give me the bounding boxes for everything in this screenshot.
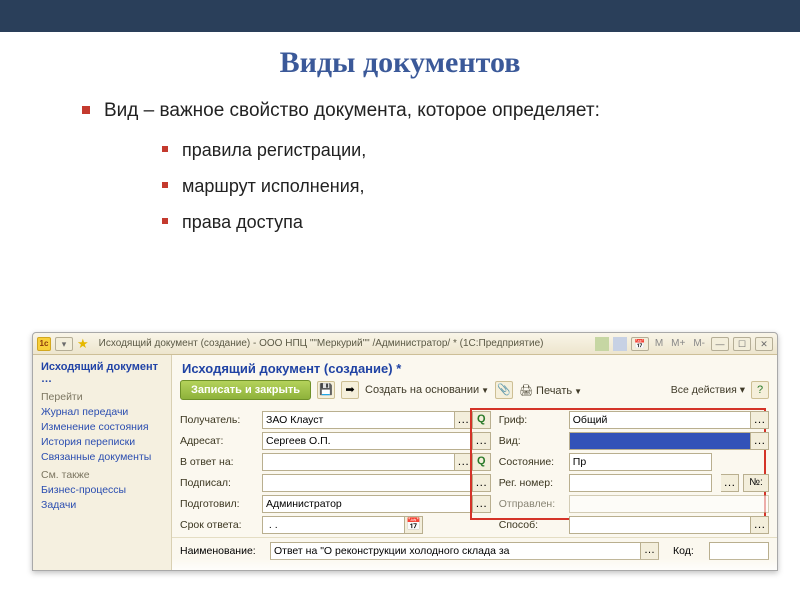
dropdown-icon[interactable]: ▾ <box>55 337 73 351</box>
type-label: Вид: <box>499 435 569 447</box>
window-title: Исходящий документ (создание) - ООО НПЦ … <box>99 338 544 349</box>
send-icon[interactable]: ➡ <box>341 381 359 399</box>
slide-title: Виды документов <box>0 32 800 98</box>
sent-label: Отправлен: <box>499 498 569 510</box>
nav-go: Перейти <box>41 391 163 403</box>
print-link[interactable]: Печать▼ <box>519 384 582 397</box>
recipient-input[interactable] <box>262 411 455 429</box>
nav-panel: Исходящий документ … Перейти Журнал пере… <box>33 355 171 570</box>
nav-link[interactable]: Бизнес-процессы <box>41 484 163 496</box>
panel-icon[interactable] <box>613 337 627 351</box>
type-input[interactable] <box>569 432 751 450</box>
name-row: Наименование: … Код: <box>172 537 777 564</box>
nav-link[interactable]: Журнал передачи <box>41 406 163 418</box>
sub-bullet: права доступа <box>162 210 800 234</box>
titlebar: 1c ▾ ★ Исходящий документ (создание) - О… <box>33 333 777 355</box>
lookup-button[interactable]: … <box>751 411 769 429</box>
top-band <box>0 0 800 32</box>
star-icon[interactable]: ★ <box>77 336 89 352</box>
save-close-button[interactable]: Записать и закрыть <box>180 380 311 400</box>
mem-mplus[interactable]: M+ <box>669 338 687 349</box>
method-input[interactable] <box>569 516 751 534</box>
lookup-button[interactable]: … <box>751 432 769 450</box>
name-label: Наименование: <box>180 545 270 557</box>
maximize-button[interactable]: ☐ <box>733 337 751 351</box>
mem-m[interactable]: M <box>653 338 665 349</box>
addressee-label: Адресат: <box>180 435 262 447</box>
lookup-button[interactable]: … <box>751 516 769 534</box>
lookup-button[interactable]: … <box>721 474 739 492</box>
prepared-label: Подготовил: <box>180 498 262 510</box>
state-input[interactable] <box>569 453 712 471</box>
nav-link[interactable]: Задачи <box>41 499 163 511</box>
save-icon[interactable]: 💾 <box>317 381 335 399</box>
main-panel: Исходящий документ (создание) * Записать… <box>171 355 777 570</box>
name-input[interactable] <box>270 542 641 560</box>
number-button[interactable]: №: <box>743 474 769 492</box>
sent-input[interactable] <box>569 495 769 513</box>
method-label: Способ: <box>499 519 569 531</box>
calc-icon[interactable]: 📅 <box>631 337 649 351</box>
create-basis-link[interactable]: Создать на основании▼ <box>365 384 489 396</box>
due-input[interactable] <box>262 516 405 534</box>
lookup-button[interactable]: … <box>473 432 491 450</box>
addressee-input[interactable] <box>262 432 473 450</box>
bullet-list: Вид – важное свойство документа, которое… <box>82 98 800 235</box>
sub-bullets: правила регистрации, маршрут исполнения,… <box>162 138 800 235</box>
lookup-button[interactable]: … <box>473 474 491 492</box>
attach-icon[interactable]: 📎 <box>495 381 513 399</box>
lookup-button[interactable]: … <box>455 411 473 429</box>
signed-label: Подписал: <box>180 477 262 489</box>
form-title: Исходящий документ (создание) * <box>172 355 777 380</box>
lookup-button[interactable]: … <box>473 495 491 513</box>
sub-bullet: правила регистрации, <box>162 138 800 162</box>
app-window: 1c ▾ ★ Исходящий документ (создание) - О… <box>32 332 778 571</box>
reply-label: В ответ на: <box>180 456 262 468</box>
nav-link[interactable]: История переписки <box>41 436 163 448</box>
nav-link[interactable]: Изменение состояния <box>41 421 163 433</box>
code-input[interactable] <box>709 542 769 560</box>
panel-icon[interactable] <box>595 337 609 351</box>
reply-input[interactable] <box>262 453 455 471</box>
pick-button[interactable]: Q <box>473 411 491 429</box>
state-label: Состояние: <box>499 456 569 468</box>
lead-bullet: Вид – важное свойство документа, которое… <box>82 98 800 235</box>
pick-button[interactable]: Q <box>473 453 491 471</box>
stamp-label: Гриф: <box>499 414 569 426</box>
nav-see-also: См. также <box>41 469 163 481</box>
calendar-button[interactable]: 📅 <box>405 516 423 534</box>
nav-link[interactable]: Связанные документы <box>41 451 163 463</box>
help-icon[interactable]: ? <box>751 381 769 399</box>
regno-label: Рег. номер: <box>499 477 569 489</box>
lookup-button[interactable]: … <box>455 453 473 471</box>
minimize-button[interactable]: — <box>711 337 729 351</box>
toolbar: Записать и закрыть 💾 ➡ Создать на основа… <box>172 380 777 406</box>
lookup-button[interactable]: … <box>641 542 659 560</box>
regno-input[interactable] <box>569 474 712 492</box>
app-icon: 1c <box>37 337 51 351</box>
mem-mminus[interactable]: M- <box>691 338 707 349</box>
nav-heading: Исходящий документ … <box>41 361 163 385</box>
code-label: Код: <box>673 545 709 557</box>
close-button[interactable]: ✕ <box>755 337 773 351</box>
signed-input[interactable] <box>262 474 473 492</box>
due-label: Срок ответа: <box>180 519 262 531</box>
all-actions-link[interactable]: Все действия ▾ <box>671 384 745 396</box>
sub-bullet: маршрут исполнения, <box>162 174 800 198</box>
prepared-input[interactable] <box>262 495 473 513</box>
stamp-input[interactable] <box>569 411 751 429</box>
recipient-label: Получатель: <box>180 414 262 426</box>
